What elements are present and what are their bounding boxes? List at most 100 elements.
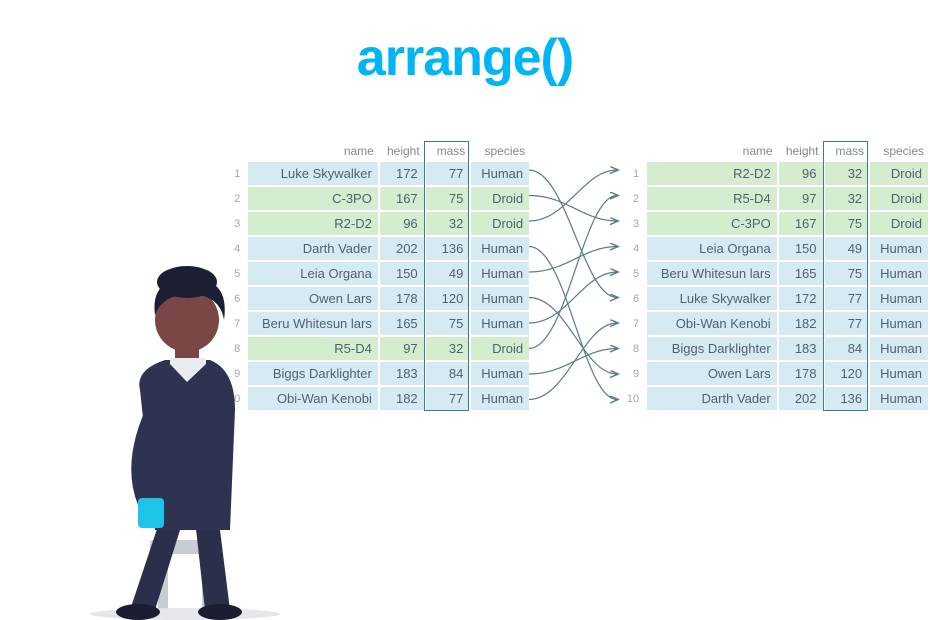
cell-height: 182 xyxy=(779,312,823,335)
table-row: 1R2-D29632Droid xyxy=(621,162,928,185)
cell-mass: 77 xyxy=(825,312,869,335)
cell-name: Obi-Wan Kenobi xyxy=(647,312,777,335)
cell-mass: 77 xyxy=(825,287,869,310)
cell-name: Leia Organa xyxy=(647,237,777,260)
cell-height: 167 xyxy=(380,187,424,210)
cell-height: 183 xyxy=(380,362,424,385)
cell-height: 97 xyxy=(380,337,424,360)
cell-height: 202 xyxy=(779,387,823,410)
col-header-species: species xyxy=(870,142,928,160)
arrow-connector xyxy=(531,140,619,400)
cell-height: 178 xyxy=(779,362,823,385)
col-header-height: height xyxy=(380,142,424,160)
right-table-wrap: name height mass species 1R2-D29632Droid… xyxy=(619,140,930,412)
col-header-mass: mass xyxy=(426,142,470,160)
cell-name: Darth Vader xyxy=(647,387,777,410)
cell-name: Biggs Darklighter xyxy=(647,337,777,360)
cell-height: 172 xyxy=(779,287,823,310)
row-index: 4 xyxy=(621,237,645,260)
row-index: 4 xyxy=(222,237,246,260)
mapping-arrow xyxy=(529,272,617,323)
cell-height: 178 xyxy=(380,287,424,310)
cell-mass: 136 xyxy=(825,387,869,410)
cell-height: 97 xyxy=(779,187,823,210)
cell-mass: 32 xyxy=(825,187,869,210)
table-row: 10Darth Vader202136Human xyxy=(621,387,928,410)
mapping-arrow xyxy=(529,247,617,273)
cell-mass: 49 xyxy=(426,262,470,285)
cell-species: Human xyxy=(870,362,928,385)
row-index: 2 xyxy=(621,187,645,210)
cell-mass: 75 xyxy=(825,262,869,285)
row-index: 7 xyxy=(621,312,645,335)
cell-name: R5-D4 xyxy=(647,187,777,210)
row-index: 1 xyxy=(621,162,645,185)
cell-species: Droid xyxy=(471,337,529,360)
cell-mass: 84 xyxy=(426,362,470,385)
cell-height: 182 xyxy=(380,387,424,410)
cell-species: Human xyxy=(471,387,529,410)
cell-mass: 75 xyxy=(426,187,470,210)
table-row: 5Beru Whitesun lars16575Human xyxy=(621,262,928,285)
cell-species: Human xyxy=(870,287,928,310)
cell-height: 165 xyxy=(779,262,823,285)
cell-height: 150 xyxy=(380,262,424,285)
cell-species: Droid xyxy=(471,187,529,210)
row-index: 3 xyxy=(222,212,246,235)
row-index: 3 xyxy=(621,212,645,235)
cell-height: 150 xyxy=(779,237,823,260)
cell-name: Owen Lars xyxy=(647,362,777,385)
cell-species: Human xyxy=(471,162,529,185)
cell-mass: 84 xyxy=(825,337,869,360)
cell-mass: 49 xyxy=(825,237,869,260)
cell-name: C-3PO xyxy=(647,212,777,235)
cell-height: 96 xyxy=(779,162,823,185)
mapping-arrow xyxy=(529,170,617,221)
row-index: 2 xyxy=(222,187,246,210)
cell-name: R2-D2 xyxy=(647,162,777,185)
cell-species: Human xyxy=(870,337,928,360)
cell-species: Human xyxy=(471,237,529,260)
cell-species: Human xyxy=(471,287,529,310)
cell-height: 183 xyxy=(779,337,823,360)
table-row: 7Obi-Wan Kenobi18277Human xyxy=(621,312,928,335)
row-index: 9 xyxy=(621,362,645,385)
row-index: 8 xyxy=(621,337,645,360)
cell-height: 165 xyxy=(380,312,424,335)
cell-species: Droid xyxy=(471,212,529,235)
mapping-arrow xyxy=(529,196,617,222)
table-row: 1Luke Skywalker17277Human xyxy=(222,162,529,185)
tables-container: name height mass species 1Luke Skywalker… xyxy=(220,140,930,412)
sorted-table: name height mass species 1R2-D29632Droid… xyxy=(619,140,930,412)
person-illustration xyxy=(20,260,320,620)
table-row: 3R2-D29632Droid xyxy=(222,212,529,235)
cell-species: Human xyxy=(870,387,928,410)
cell-height: 202 xyxy=(380,237,424,260)
cell-mass: 32 xyxy=(426,337,470,360)
cell-species: Droid xyxy=(870,187,928,210)
row-index: 10 xyxy=(621,387,645,410)
cell-name: Luke Skywalker xyxy=(647,287,777,310)
cell-mass: 120 xyxy=(426,287,470,310)
cell-species: Human xyxy=(870,312,928,335)
mapping-arrow xyxy=(529,170,617,298)
table-row: 3C-3PO16775Droid xyxy=(621,212,928,235)
cell-mass: 32 xyxy=(426,212,470,235)
table-row: 2R5-D49732Droid xyxy=(621,187,928,210)
table-row: 4Darth Vader202136Human xyxy=(222,237,529,260)
cell-mass: 75 xyxy=(426,312,470,335)
cell-name: R2-D2 xyxy=(248,212,378,235)
cell-name: Beru Whitesun lars xyxy=(647,262,777,285)
cell-species: Human xyxy=(471,312,529,335)
cell-species: Human xyxy=(870,262,928,285)
table-row: 6Luke Skywalker17277Human xyxy=(621,287,928,310)
cell-species: Human xyxy=(471,362,529,385)
cell-species: Droid xyxy=(870,162,928,185)
table-row: 8Biggs Darklighter18384Human xyxy=(621,337,928,360)
page-title: arrange() xyxy=(0,28,930,88)
cell-species: Droid xyxy=(870,212,928,235)
row-index: 1 xyxy=(222,162,246,185)
mapping-arrows xyxy=(527,158,623,418)
table-row: 4Leia Organa15049Human xyxy=(621,237,928,260)
table-row: 2C-3PO16775Droid xyxy=(222,187,529,210)
